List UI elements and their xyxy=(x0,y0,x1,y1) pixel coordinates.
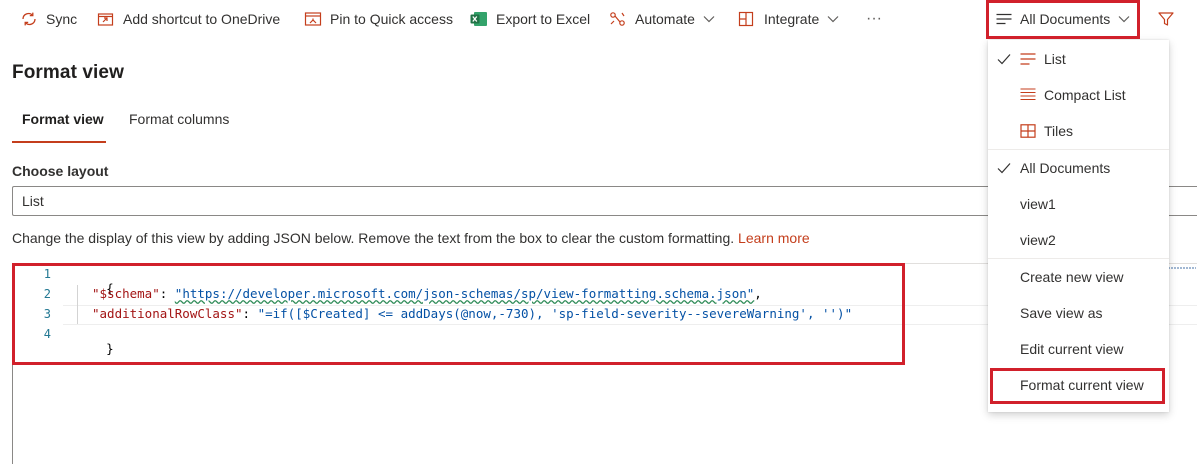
menu-item-label: Save view as xyxy=(1020,305,1103,321)
filter-icon xyxy=(1158,11,1174,27)
menu-item-view2[interactable]: view2 xyxy=(988,222,1169,258)
chevron-down-icon xyxy=(827,15,839,23)
menu-item-label: Create new view xyxy=(1020,269,1124,285)
code-line-3: "additionalRowClass": "=if([$Created] <=… xyxy=(92,306,852,321)
menu-item-view-all-documents[interactable]: All Documents xyxy=(988,150,1169,186)
integrate-menu-button[interactable]: Integrate xyxy=(738,0,839,38)
add-shortcut-label: Add shortcut to OneDrive xyxy=(123,11,281,27)
list-lines-icon xyxy=(996,13,1012,25)
menu-item-label: Format current view xyxy=(1020,377,1144,393)
menu-item-label: All Documents xyxy=(1020,160,1111,176)
code-token: : xyxy=(242,306,258,321)
line-number: 2 xyxy=(43,287,51,301)
add-shortcut-button[interactable]: Add shortcut to OneDrive xyxy=(97,0,280,38)
tab-format-view[interactable]: Format view xyxy=(22,111,104,127)
command-bar: Sync Add shortcut to OneDrive Pin to Qui… xyxy=(0,0,1197,38)
menu-item-label: Edit current view xyxy=(1020,341,1124,357)
add-shortcut-icon xyxy=(97,11,115,27)
menu-item-edit-current-view[interactable]: Edit current view xyxy=(988,331,1169,367)
filter-button[interactable] xyxy=(1158,0,1174,38)
export-excel-button[interactable]: Export to Excel xyxy=(470,0,590,38)
view-switcher-button[interactable]: All Documents xyxy=(996,0,1130,38)
minimap xyxy=(1168,267,1196,269)
checkmark-icon xyxy=(997,161,1011,177)
json-key: "additionalRowClass" xyxy=(92,306,243,321)
tiles-icon xyxy=(1020,124,1036,141)
more-icon: ··· xyxy=(866,10,882,27)
menu-item-label: view1 xyxy=(1020,196,1056,212)
pin-quick-access-button[interactable]: Pin to Quick access xyxy=(304,0,453,38)
more-actions-button[interactable]: ··· xyxy=(866,0,882,38)
tab-format-columns[interactable]: Format columns xyxy=(129,111,229,127)
menu-item-label: List xyxy=(1044,51,1066,67)
line-number: 4 xyxy=(43,327,51,341)
code-token: , xyxy=(754,286,762,301)
code-line-4: } xyxy=(76,326,114,371)
json-key: "$schema" xyxy=(92,286,160,301)
help-text: Change the display of this view by addin… xyxy=(12,230,810,246)
code-token: } xyxy=(106,341,114,356)
view-options-menu: List Compact List Tiles All Documents vi… xyxy=(988,40,1169,412)
menu-item-tiles[interactable]: Tiles xyxy=(988,113,1169,149)
page-title: Format view xyxy=(12,62,124,83)
menu-item-compact-list[interactable]: Compact List xyxy=(988,77,1169,113)
menu-item-save-view-as[interactable]: Save view as xyxy=(988,295,1169,331)
sync-button[interactable]: Sync xyxy=(20,0,77,38)
pin-quick-access-label: Pin to Quick access xyxy=(330,11,453,27)
view-switcher-label: All Documents xyxy=(1020,11,1111,27)
menu-item-view1[interactable]: view1 xyxy=(988,186,1169,222)
menu-item-format-current-view[interactable]: Format current view xyxy=(988,367,1169,403)
menu-item-label: Compact List xyxy=(1044,87,1126,103)
automate-icon xyxy=(609,11,627,27)
line-number: 1 xyxy=(43,267,51,281)
automate-menu-button[interactable]: Automate xyxy=(609,0,715,38)
excel-icon xyxy=(470,11,488,27)
active-tab-indicator xyxy=(12,141,106,143)
export-excel-label: Export to Excel xyxy=(496,11,591,27)
integrate-icon xyxy=(738,11,756,27)
menu-item-label: view2 xyxy=(1020,232,1056,248)
help-description: Change the display of this view by addin… xyxy=(12,230,735,246)
checkmark-icon xyxy=(997,52,1011,68)
json-string: "=if([$Created] <= addDays(@now,-730), '… xyxy=(257,306,853,321)
chevron-down-icon xyxy=(703,15,715,23)
sync-label: Sync xyxy=(46,11,78,27)
menu-item-label: Tiles xyxy=(1044,123,1074,139)
code-token: : xyxy=(159,286,175,301)
integrate-label: Integrate xyxy=(764,11,820,27)
line-number: 3 xyxy=(43,307,51,321)
pin-icon xyxy=(304,11,322,27)
chevron-down-icon xyxy=(1118,15,1130,23)
menu-item-list[interactable]: List xyxy=(988,41,1169,77)
menu-item-create-new-view[interactable]: Create new view xyxy=(988,259,1169,295)
compact-list-icon xyxy=(1020,88,1036,105)
code-line-2: "$schema": "https://developer.microsoft.… xyxy=(92,286,762,301)
choose-layout-label: Choose layout xyxy=(12,163,109,179)
automate-label: Automate xyxy=(635,11,695,27)
sync-icon xyxy=(20,11,38,27)
json-string-url[interactable]: "https://developer.microsoft.com/json-sc… xyxy=(175,286,754,301)
list-lines-icon xyxy=(1020,52,1036,69)
learn-more-link[interactable]: Learn more xyxy=(738,230,810,246)
